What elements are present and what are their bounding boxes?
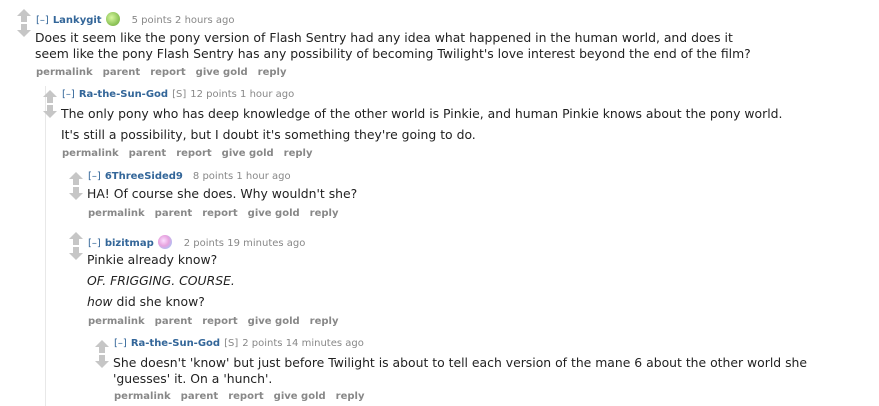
upvote-arrow-icon[interactable] [43,90,57,104]
comment-author[interactable]: bizitmap [105,238,154,249]
collapse-toggle[interactable]: [–] [88,171,101,182]
submitter-badge: [S] [224,338,239,349]
upvote-arrow-icon[interactable] [69,232,83,246]
comment-tagline: [–] bizitmap 2 points 19 minutes ago [88,235,305,249]
comment-text: Pinkie already know? [87,252,218,267]
parent-link[interactable]: parent [103,67,141,78]
comment-tagline: [–] 6ThreeSided9 8 points 1 hour ago [88,171,291,182]
downvote-arrow-icon[interactable] [43,105,57,119]
report-link[interactable]: report [228,391,263,402]
comment-time: 2 hours ago [175,15,235,26]
comment-tagline: [–] Ra-the-Sun-God [S] 12 points 1 hour ago [62,89,294,100]
downvote-arrow-icon[interactable] [17,24,31,38]
permalink-link[interactable]: permalink [62,148,119,159]
give-gold-link[interactable]: give gold [196,67,248,78]
comment-time: 1 hour ago [240,89,295,100]
permalink-link[interactable]: permalink [36,67,93,78]
give-gold-link[interactable]: give gold [248,208,300,219]
pony-flair-icon [105,12,120,26]
upvote-arrow-icon[interactable] [95,340,109,354]
comment-score: 5 points [131,15,172,26]
comment-actions: permalink parent report give gold reply [88,208,348,219]
submitter-badge: [S] [172,89,187,100]
collapse-toggle[interactable]: [–] [88,238,101,249]
comment-text: how did she know? [87,294,867,310]
parent-link[interactable]: parent [181,391,219,402]
report-link[interactable]: report [202,208,237,219]
comment-author[interactable]: 6ThreeSided9 [105,171,183,182]
permalink-link[interactable]: permalink [114,391,171,402]
comment-author[interactable]: Ra-the-Sun-God [79,89,168,100]
collapse-toggle[interactable]: [–] [36,15,49,26]
comment-text-rest: did she know? [112,294,205,309]
collapse-toggle[interactable]: [–] [114,338,127,349]
comment-text: OF. FRIGGING. COURSE. [87,273,235,288]
pony-flair-icon [157,235,172,249]
comment-score: 2 points [242,338,283,349]
upvote-arrow-icon[interactable] [17,9,31,23]
report-link[interactable]: report [150,67,185,78]
downvote-arrow-icon[interactable] [95,355,109,369]
comment-score: 12 points [190,89,237,100]
permalink-link[interactable]: permalink [88,208,145,219]
downvote-arrow-icon[interactable] [69,247,83,261]
reply-link[interactable]: reply [310,208,339,219]
comment-text: It's still a possibility, but I doubt it… [61,127,476,142]
comment-time: 14 minutes ago [285,338,364,349]
comment-author[interactable]: Ra-the-Sun-God [131,338,220,349]
report-link[interactable]: report [202,316,237,327]
reply-link[interactable]: reply [284,148,313,159]
comment-body: She doesn't 'know' but just before Twili… [113,355,879,387]
reply-link[interactable]: reply [258,67,287,78]
comment-body: Pinkie already know? OF. FRIGGING. COURS… [87,252,867,310]
parent-link[interactable]: parent [155,316,193,327]
parent-link[interactable]: parent [129,148,167,159]
comment-actions: permalink parent report give gold reply [114,391,374,402]
collapse-toggle[interactable]: [–] [62,89,75,100]
comment-score: 8 points [192,171,234,182]
downvote-arrow-icon[interactable] [69,187,83,201]
comment-actions: permalink parent report give gold reply [62,148,322,159]
thread-line [45,86,46,406]
comment-actions: permalink parent report give gold reply [36,67,296,78]
comment-text: Does it seem like the pony version of Fl… [35,30,733,45]
give-gold-link[interactable]: give gold [222,148,274,159]
comment-body: Does it seem like the pony version of Fl… [35,30,875,62]
comment-time: 1 hour ago [236,171,291,182]
reply-link[interactable]: reply [336,391,365,402]
comment-text: 'guesses' it. On a 'hunch'. [113,371,273,386]
comment-body: HA! Of course she does. Why wouldn't she… [87,186,867,202]
comment-text: She doesn't 'know' but just before Twili… [113,355,808,370]
give-gold-link[interactable]: give gold [248,316,300,327]
upvote-arrow-icon[interactable] [69,172,83,186]
comment-actions: permalink parent report give gold reply [88,316,348,327]
comment-text: HA! Of course she does. Why wouldn't she… [87,186,358,201]
parent-link[interactable]: parent [155,208,193,219]
comment-tagline: [–] Ra-the-Sun-God [S] 2 points 14 minutes … [114,338,364,349]
comment-score: 2 points [183,238,225,249]
comment-tagline: [–] Lankygit 5 points 2 hours ago [36,12,234,26]
emphasis-text: how [87,294,113,309]
reply-link[interactable]: reply [310,316,339,327]
comment-body: The only pony who has deep knowledge of … [61,106,876,143]
report-link[interactable]: report [176,148,211,159]
comment-author[interactable]: Lankygit [53,15,102,26]
comment-time: 19 minutes ago [227,238,306,249]
comment-text: The only pony who has deep knowledge of … [61,106,783,121]
give-gold-link[interactable]: give gold [274,391,326,402]
permalink-link[interactable]: permalink [88,316,145,327]
comment-text: seem like the pony Flash Sentry has any … [35,46,751,61]
